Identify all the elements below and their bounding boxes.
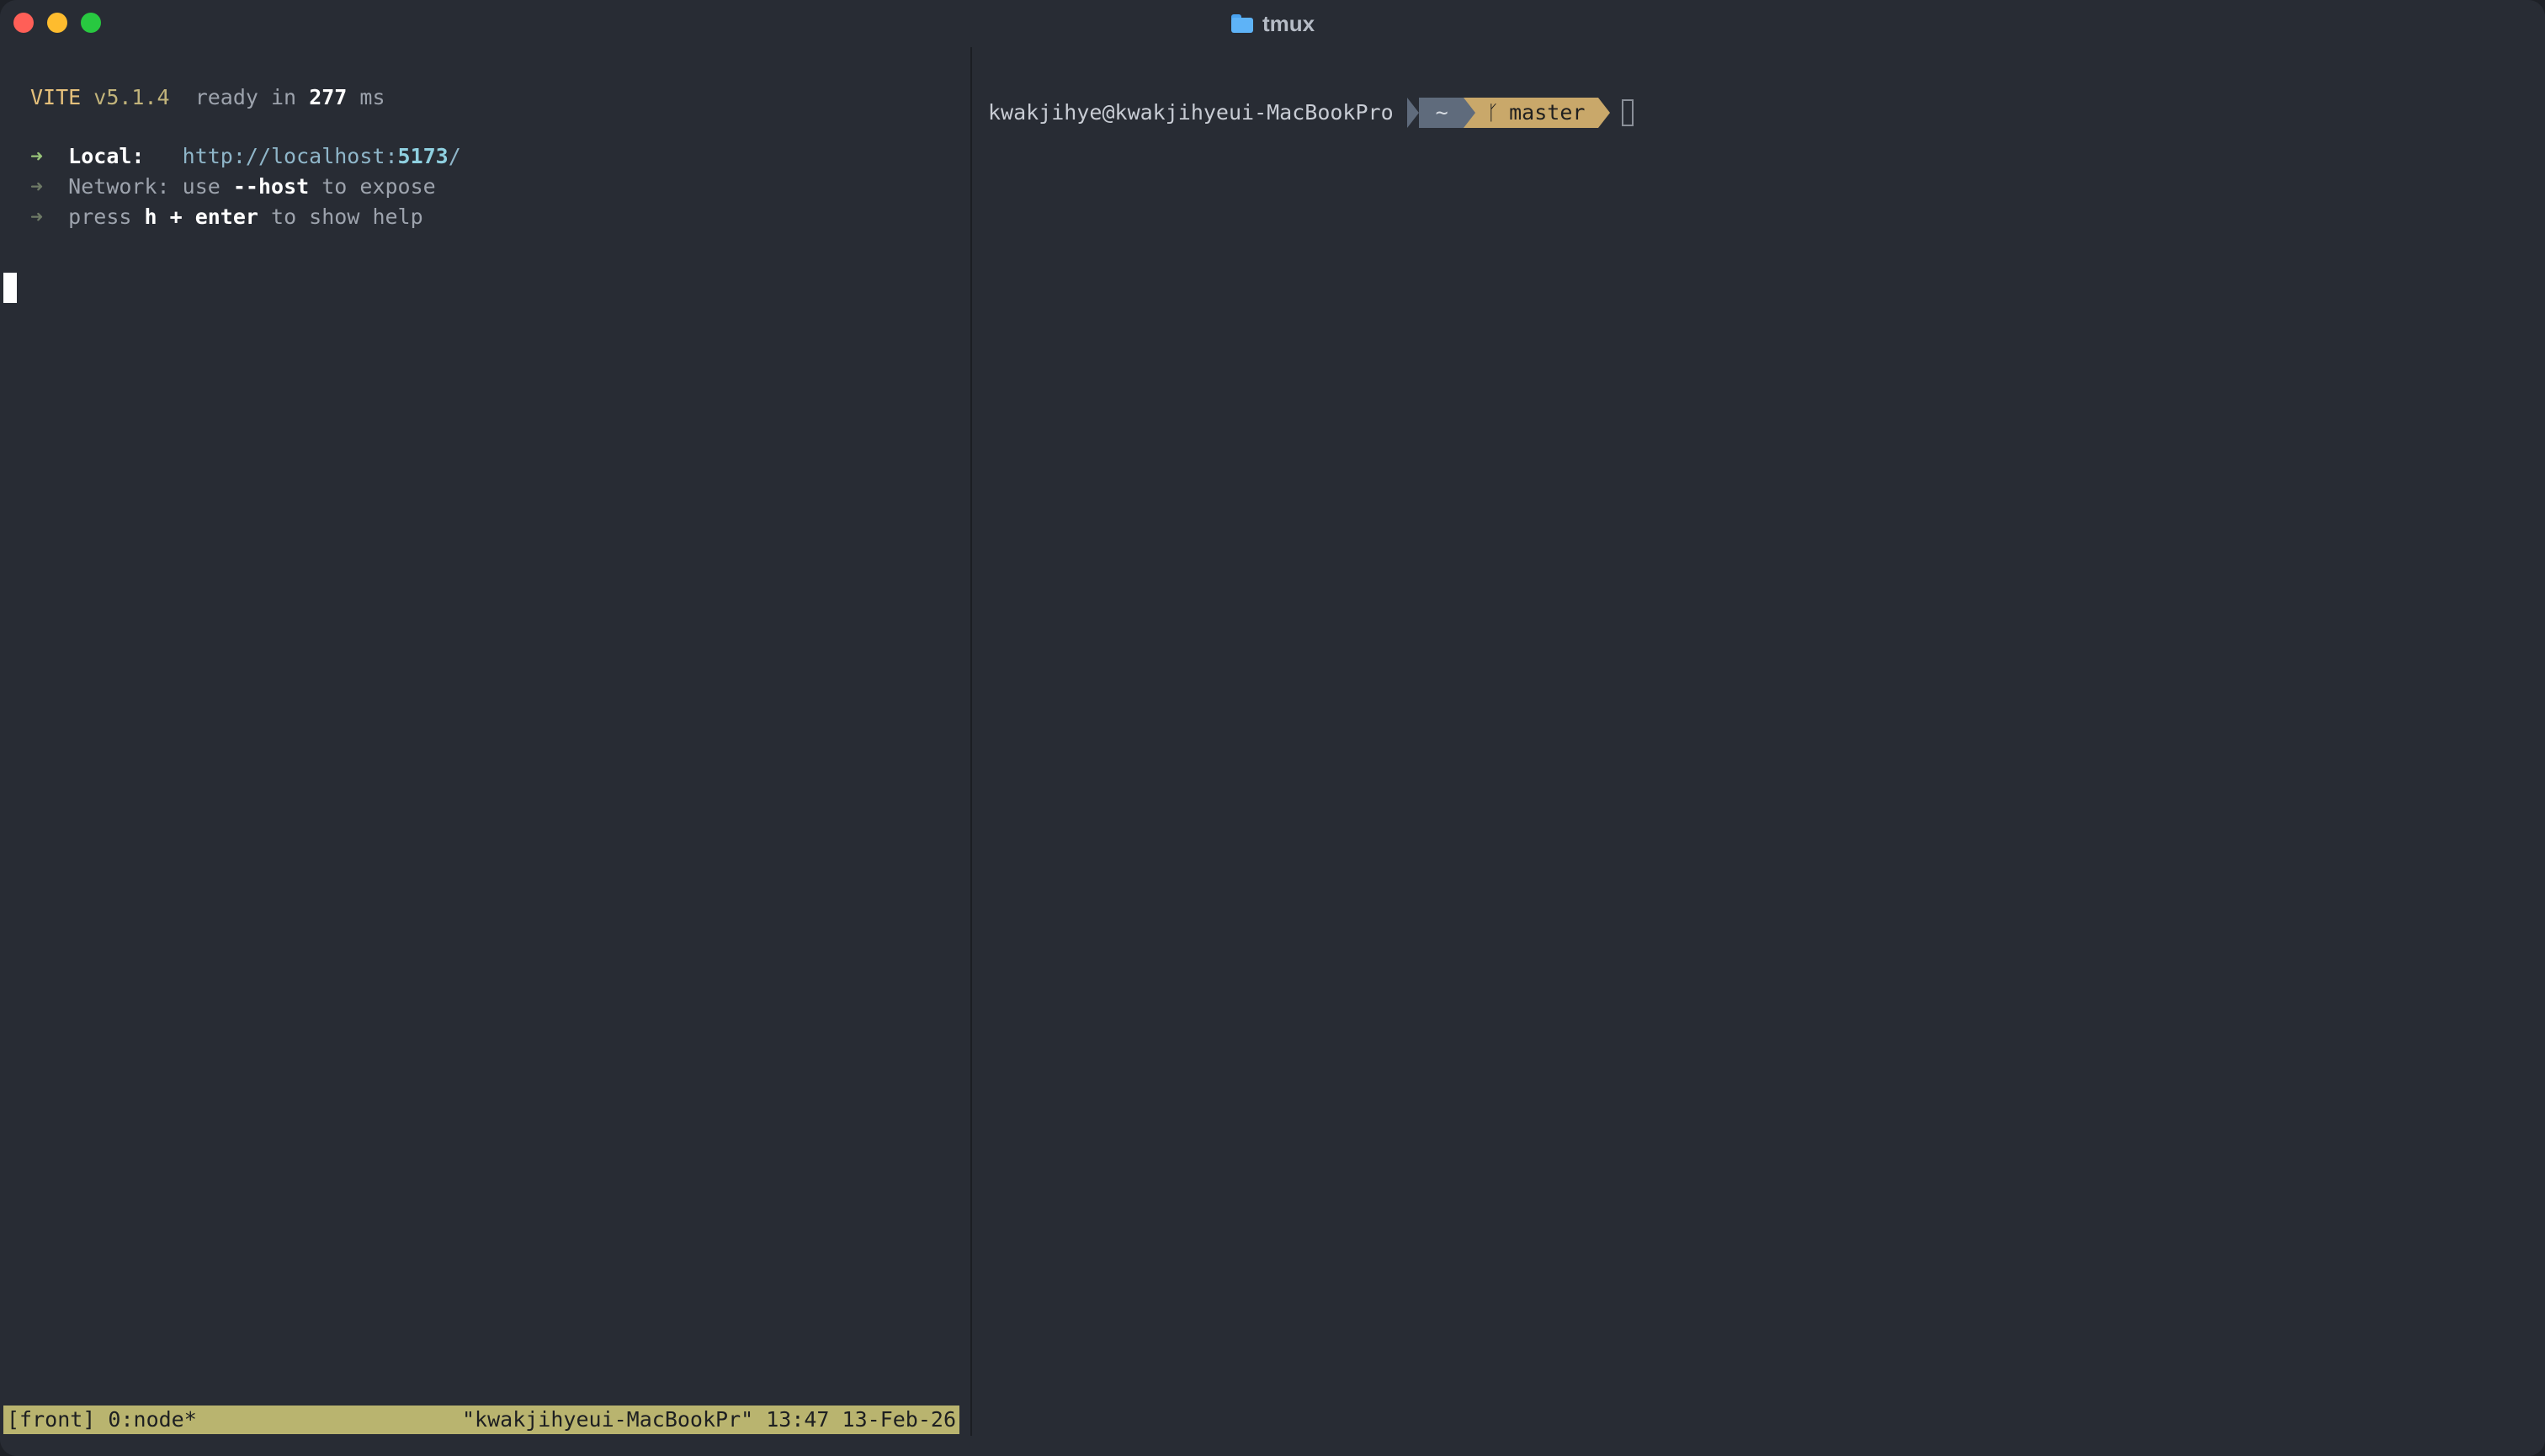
arrow-icon: ➜: [30, 174, 44, 199]
status-host-time: "kwakjihyeui-MacBookPr" 13:47 13-Feb-26: [462, 1407, 956, 1432]
shell-prompt: kwakjihye@kwakjihyeui-MacBookPro ~ ᚴ mas…: [973, 98, 1634, 128]
local-url[interactable]: http://localhost:5173/: [183, 144, 461, 168]
window-title: tmux: [1262, 10, 1315, 36]
right-pane[interactable]: kwakjihye@kwakjihyeui-MacBookPro ~ ᚴ mas…: [973, 47, 2545, 1456]
folder-icon: [1230, 13, 1254, 34]
prompt-directory: ~: [1406, 98, 1475, 128]
terminal-cursor: [3, 273, 17, 303]
help-line: ➜ press h + enter to show help: [30, 202, 423, 232]
network-post-text: to expose: [321, 174, 436, 199]
network-pre-text: use: [182, 174, 220, 199]
ms-unit: ms: [359, 85, 385, 109]
prompt-user-host: kwakjihye@kwakjihyeui-MacBookPro: [988, 100, 1394, 125]
title-bar: tmux: [0, 0, 2545, 47]
tmux-status-bar: [front] 0:node* "kwakjihyeui-MacBookPr" …: [3, 1406, 959, 1434]
arrow-icon: ➜: [30, 144, 44, 168]
vite-name: VITE: [30, 85, 82, 109]
vite-ready-line: VITE v5.1.4 ready in 277 ms: [30, 82, 385, 113]
ready-text: ready in: [194, 85, 297, 109]
host-flag: --host: [232, 174, 310, 199]
network-label: Network:: [68, 174, 170, 199]
help-post-text: to show help: [271, 205, 423, 229]
pane-divider[interactable]: [970, 47, 972, 1436]
local-url-line: ➜ Local: http://localhost:5173/: [30, 141, 461, 172]
local-label: Local:: [68, 144, 145, 168]
network-line: ➜ Network: use --host to expose: [30, 172, 436, 202]
help-pre-text: press: [68, 205, 132, 229]
prompt-git-branch: ᚴ master: [1463, 98, 1611, 128]
help-keys: h + enter: [144, 205, 258, 229]
git-branch-icon: ᚴ: [1486, 101, 1500, 125]
window-title-group: tmux: [0, 0, 2545, 47]
arrow-icon: ➜: [30, 205, 44, 229]
terminal-window: tmux VITE v5.1.4 ready in 277 ms ➜ Local…: [0, 0, 2545, 1456]
branch-name: master: [1509, 100, 1586, 125]
status-session-window[interactable]: [front] 0:node*: [7, 1406, 197, 1434]
terminal-cursor: [1622, 99, 1634, 126]
left-pane[interactable]: VITE v5.1.4 ready in 277 ms ➜ Local: htt…: [0, 47, 970, 1456]
ready-ms: 277: [309, 85, 348, 109]
vite-version: v5.1.4: [93, 85, 170, 109]
local-port: 5173: [397, 144, 449, 168]
